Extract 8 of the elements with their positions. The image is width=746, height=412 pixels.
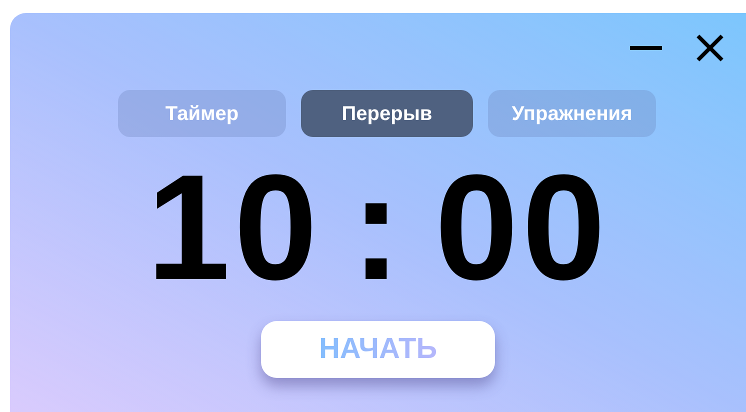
tab[interactable]: Таймер — [118, 90, 286, 137]
tab[interactable]: Перерыв — [301, 90, 473, 137]
timer-separator: : — [351, 152, 405, 302]
timer-seconds: 00 — [434, 152, 610, 302]
start-button[interactable]: НАЧАТЬ — [261, 321, 495, 378]
close-icon[interactable] — [696, 34, 724, 62]
tab[interactable]: Упражнения — [488, 90, 656, 137]
timer-minutes: 10 — [146, 152, 322, 302]
